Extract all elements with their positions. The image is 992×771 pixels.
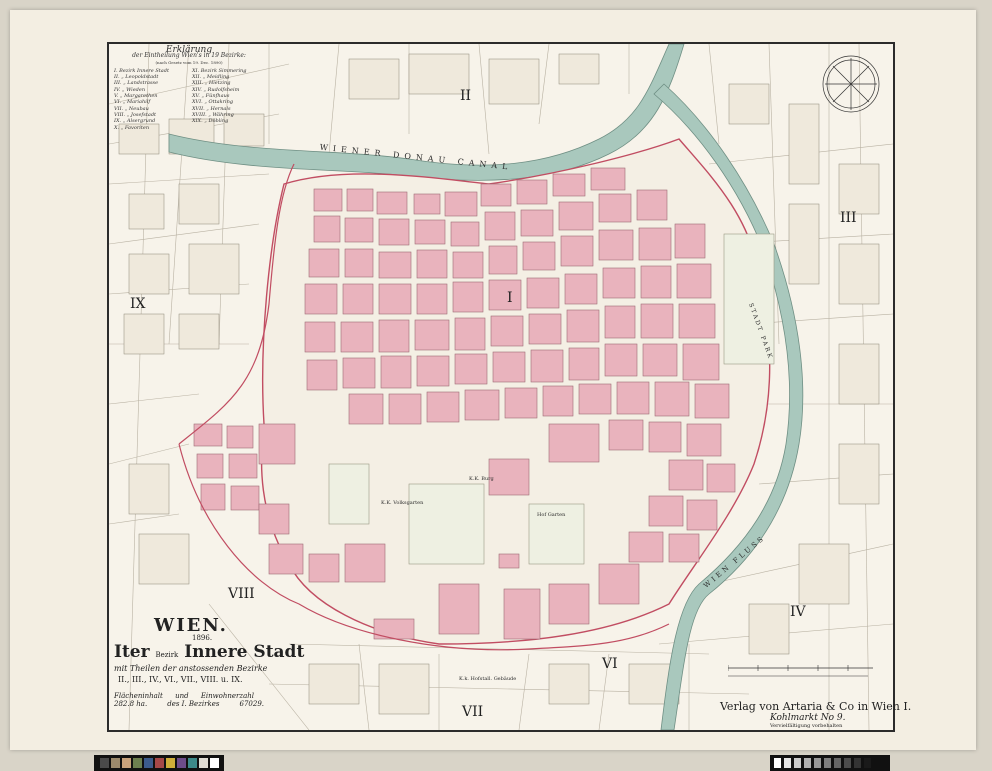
hofgarten-label: Hof Garten bbox=[537, 512, 566, 518]
legend-item: XIX. „ Döbling bbox=[192, 118, 229, 125]
publisher-name: Verlag von Artaria & Co in Wien I. bbox=[720, 700, 912, 713]
compass-rose-icon bbox=[822, 55, 880, 113]
district-legend: Erklärung der Eintheilung Wien's in 19 B… bbox=[114, 45, 264, 131]
scale-bar bbox=[727, 660, 878, 681]
und-label: und bbox=[175, 692, 189, 700]
area-value: 282.8 ha. bbox=[114, 700, 148, 708]
gray-calibration-strip bbox=[770, 755, 890, 771]
district-label-vi: VI bbox=[602, 656, 618, 672]
legend-subheading: der Eintheilung Wien's in 19 Bezirke: bbox=[132, 52, 246, 60]
map-title-block: WIEN. 1896. Iter Bezirk Innere Stadt mit… bbox=[114, 615, 314, 708]
wienfluss-label: WIEN FLUSS bbox=[702, 534, 767, 590]
district-label-iii: III bbox=[840, 210, 857, 226]
district-name: Innere Stadt bbox=[184, 642, 305, 662]
legend-left-column: I. Bezirk Innere Stadt II. „ Leopoldstad… bbox=[114, 68, 186, 131]
area-label: Flächeninhalt bbox=[114, 692, 163, 700]
district-label-i: I bbox=[507, 290, 513, 306]
map-subtitle: mit Theilen der anstossenden Bezirke bbox=[114, 664, 268, 673]
population-label: Einwohnerzahl bbox=[200, 692, 254, 700]
district-label-iv: IV bbox=[790, 604, 806, 620]
map-title-district: Iter Bezirk Innere Stadt bbox=[114, 642, 314, 662]
area-population-labels: Flächeninhalt und Einwohnerzahl bbox=[114, 692, 254, 700]
hofstall-label: K.k. Hofstall. Gebäude bbox=[459, 676, 516, 682]
district-number: Iter bbox=[114, 642, 150, 662]
map-title-city: WIEN. bbox=[154, 615, 228, 636]
district-label-vii: VII bbox=[462, 704, 484, 720]
des-label: des I. Bezirkes bbox=[167, 700, 220, 708]
legend-right-column: XI. Bezirk Simmering XII. „ Meidling XII… bbox=[192, 68, 264, 131]
legend-note: (nach Gesetz vom 19. Dec. 1890) bbox=[155, 59, 223, 65]
burg-label: K.K. Burg bbox=[469, 476, 495, 482]
district-label-ii: II bbox=[460, 88, 472, 104]
map-districts-list: II., III., IV., VI., VII., VIII. u. IX. bbox=[118, 675, 243, 684]
color-calibration-strip bbox=[94, 755, 224, 771]
district-label-ix: IX bbox=[130, 296, 146, 312]
map-title-year: 1896. bbox=[192, 634, 213, 642]
map-sheet: WIENER DONAU CANAL WIEN FLUSS STADT PARK… bbox=[10, 10, 976, 750]
publisher-address: Kohlmarkt No 9. bbox=[770, 713, 846, 723]
population-value: 67029. bbox=[239, 700, 265, 708]
area-population-values: 282.8 ha. des I. Bezirkes 67029. bbox=[114, 700, 264, 708]
legend-item: X. „ Favoriten bbox=[114, 124, 150, 131]
publisher-block: Verlag von Artaria & Co in Wien I. Kohlm… bbox=[720, 700, 911, 729]
scale-bar-graphic bbox=[727, 665, 873, 677]
district-word: Bezirk bbox=[155, 651, 179, 659]
district-label-viii: VIII bbox=[228, 586, 255, 602]
volksgarten-label: K.K. Volksgarten bbox=[381, 500, 424, 506]
publisher-rights: Vervielfältigung vorbehalten bbox=[770, 723, 843, 729]
